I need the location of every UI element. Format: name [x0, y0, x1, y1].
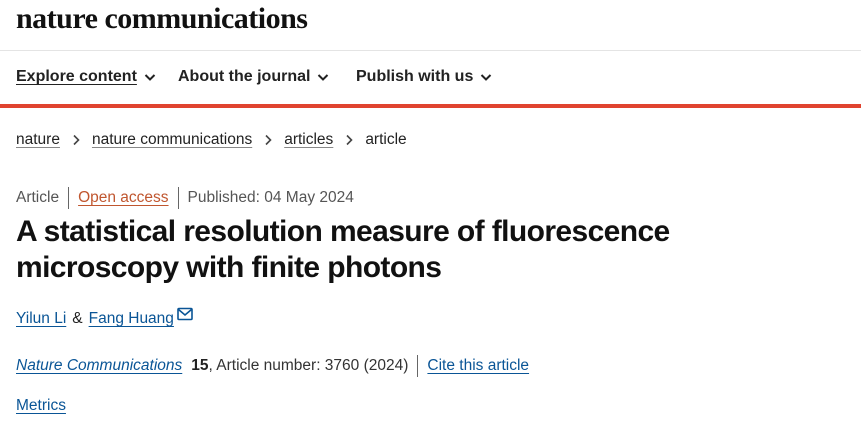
published-date: Published: 04 May 2024: [187, 189, 354, 206]
nav-publish-with-us[interactable]: Publish with us: [356, 68, 493, 86]
volume-number: 15: [191, 357, 209, 374]
site-header: nature communications: [0, 0, 861, 51]
chevron-right-icon: [346, 134, 353, 146]
mail-icon[interactable]: [177, 307, 193, 321]
nav-explore-content-label: Explore content: [16, 68, 137, 85]
main-nav: Explore content About the journal Publis…: [0, 51, 861, 108]
breadcrumb-current: article: [365, 131, 407, 148]
citation-divider: [417, 355, 419, 377]
breadcrumb-nature-communications[interactable]: nature communications: [92, 131, 252, 149]
article-number: , Article number: 3760 (2024): [208, 357, 409, 374]
chevron-right-icon: [73, 134, 80, 146]
article-title: A statistical resolution measure of fluo…: [16, 215, 670, 284]
meta-divider: [68, 187, 70, 209]
journal-logo[interactable]: nature communications: [16, 2, 308, 36]
author-separator: &: [72, 310, 83, 327]
nav-publish-with-us-label: Publish with us: [356, 68, 474, 85]
chevron-down-icon: [144, 74, 156, 81]
author-link-fang-huang[interactable]: Fang Huang: [89, 310, 174, 328]
breadcrumb-nature[interactable]: nature: [16, 131, 60, 149]
author-link-yilun-li[interactable]: Yilun Li: [16, 310, 66, 328]
author-list: Yilun Li & Fang Huang: [16, 307, 193, 328]
chevron-right-icon: [265, 134, 272, 146]
metrics-link[interactable]: Metrics: [16, 397, 66, 414]
breadcrumb-articles[interactable]: articles: [284, 131, 333, 149]
nav-about-journal[interactable]: About the journal: [178, 68, 330, 86]
nav-about-journal-label: About the journal: [178, 68, 311, 85]
cite-this-article-link[interactable]: Cite this article: [427, 357, 529, 375]
open-access-link[interactable]: Open access: [78, 189, 168, 207]
journal-link[interactable]: Nature Communications: [16, 357, 182, 375]
chevron-down-icon: [481, 74, 492, 81]
chevron-down-icon: [318, 74, 329, 81]
article-meta: Article Open access Published: 04 May 20…: [16, 187, 354, 209]
nav-explore-content[interactable]: Explore content: [16, 68, 157, 86]
meta-divider: [177, 187, 179, 209]
metrics-section: Metrics: [16, 397, 66, 415]
article-type: Article: [16, 189, 60, 206]
citation-line: Nature Communications 15 , Article numbe…: [16, 355, 529, 377]
breadcrumb: nature nature communications articles ar…: [16, 131, 407, 149]
